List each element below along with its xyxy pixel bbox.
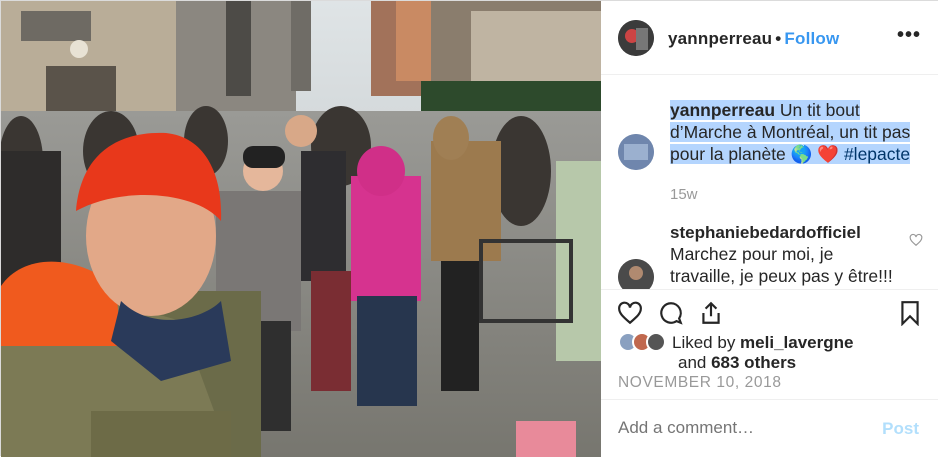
liked-by: Liked by meli_lavergne and 683 others — [672, 333, 853, 373]
post-header: yannperreau • Follow ••• — [601, 1, 938, 75]
caption-time[interactable]: 15w — [670, 186, 698, 203]
comment-username[interactable]: stephaniebedardofficiel — [670, 223, 861, 243]
follow-button[interactable]: Follow — [784, 29, 839, 48]
bookmark-icon[interactable] — [897, 300, 923, 326]
comment-text: Marchez pour moi, je travaille, je peux … — [670, 244, 893, 289]
caption: yannperreau Un tit bout d’Marche à Montr… — [670, 99, 926, 165]
actions-section: Liked by meli_lavergne and 683 others NO… — [601, 289, 938, 399]
comment-icon[interactable] — [658, 300, 684, 326]
heart-icon[interactable] — [617, 300, 643, 326]
post-sidebar: yannperreau • Follow ••• yannperreau Un ti… — [601, 1, 938, 457]
more-icon[interactable]: ••• — [897, 25, 921, 45]
post-date[interactable]: NOVEMBER 10, 2018 — [618, 374, 782, 392]
share-icon[interactable] — [698, 300, 724, 326]
liked-by-prefix: Liked by — [672, 333, 741, 352]
liker-avatar — [646, 332, 666, 352]
hashtag-link[interactable]: #lepacte — [844, 144, 910, 164]
small-heart-icon[interactable] — [909, 233, 923, 247]
liked-by-middle: and — [678, 353, 712, 372]
caption-avatar[interactable] — [618, 134, 654, 170]
comment-avatar[interactable] — [618, 259, 654, 289]
author-avatar[interactable] — [618, 20, 654, 56]
likes-count[interactable]: 683 others — [711, 353, 796, 372]
author-line: yannperreau • Follow — [668, 29, 839, 49]
caption-username[interactable]: yannperreau — [670, 100, 775, 120]
post-dialog: yannperreau • Follow ••• yannperreau Un ti… — [0, 0, 938, 457]
liked-by-user[interactable]: meli_lavergne — [740, 333, 853, 352]
add-comment-bar: Post — [601, 399, 938, 457]
comment-input[interactable] — [618, 418, 858, 438]
separator-dot: • — [775, 29, 782, 48]
post-photo[interactable] — [1, 1, 601, 457]
author-username[interactable]: yannperreau — [668, 29, 772, 48]
caption-highlight: yannperreau Un tit bout d’Marche à Montr… — [670, 100, 911, 164]
post-button[interactable]: Post — [882, 419, 919, 439]
comments-panel: yannperreau Un tit bout d’Marche à Montr… — [601, 75, 938, 289]
